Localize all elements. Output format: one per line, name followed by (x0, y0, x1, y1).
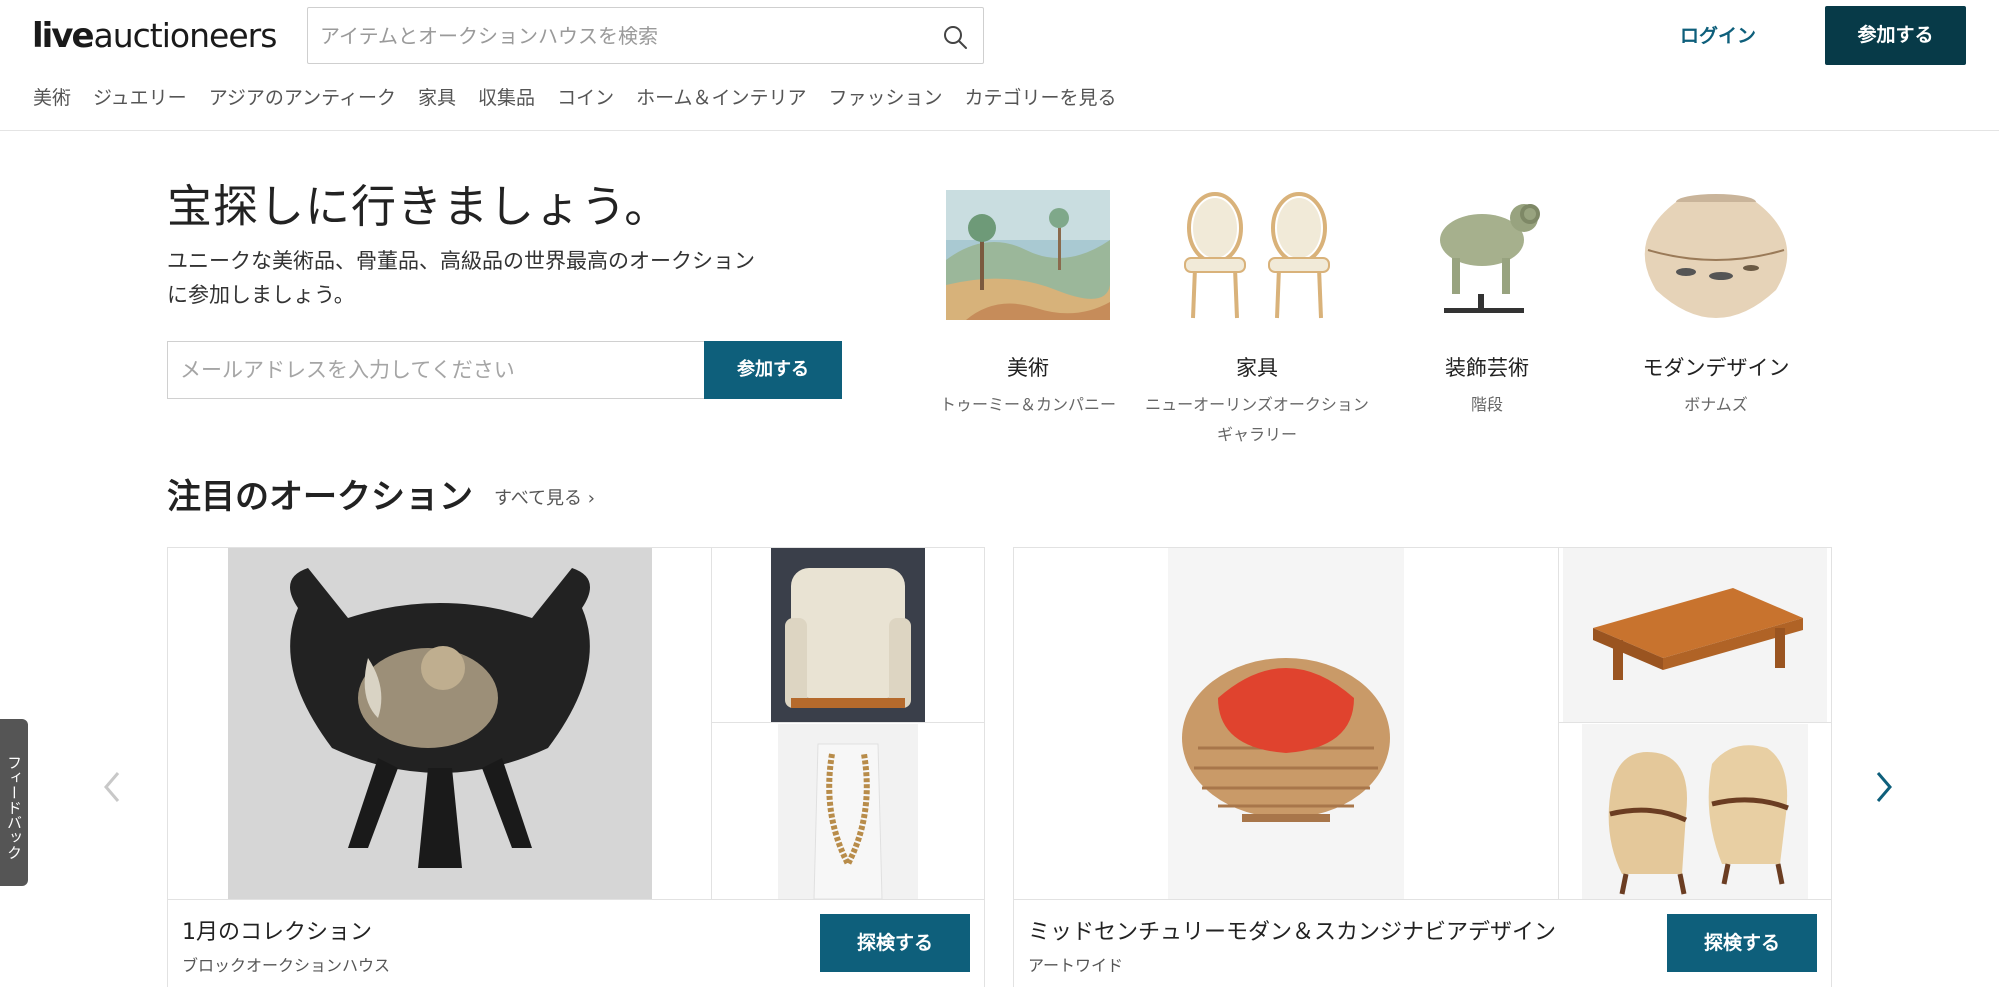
auction-title[interactable]: ミッドセンチュリーモダン＆スカンジナビアデザイン (1028, 914, 1556, 946)
auction-side-image (1559, 724, 1831, 899)
category-image-pottery-vase (1601, 180, 1831, 330)
logo-live: live (32, 16, 95, 56)
login-link[interactable]: ログイン (1680, 20, 1756, 52)
category-name: 美術 (1007, 356, 1049, 380)
email-field[interactable] (167, 341, 704, 399)
carousel-next-arrow[interactable] (1872, 767, 1896, 807)
join-button[interactable]: 参加する (1825, 6, 1966, 65)
auction-side-image (1559, 548, 1831, 723)
category-tile-furniture[interactable]: 家具 ニューオーリンズオークションギャラリー (1142, 180, 1372, 450)
auction-card-footer: 1月のコレクション ブロックオークションハウス 探検する (168, 899, 984, 987)
nav-item-coins[interactable]: コイン (557, 83, 614, 113)
category-nav: 美術 ジュエリー アジアのアンティーク 家具 収集品 コイン ホーム＆インテリア… (33, 83, 1139, 113)
category-image-chairs (1142, 180, 1372, 330)
carousel-prev-arrow[interactable] (100, 767, 124, 807)
feedback-tab[interactable]: フィードバック (0, 719, 28, 886)
site-header: live auctioneers ログイン 参加する 美術 ジュエリー アジアの… (0, 0, 1999, 131)
auction-house[interactable]: ブロックオークションハウス (182, 952, 390, 976)
auction-card[interactable]: ミッドセンチュリーモダン＆スカンジナビアデザイン アートワイド 探検する (1013, 547, 1832, 987)
nav-item-furniture[interactable]: 家具 (418, 83, 456, 113)
category-image-ram-sculpture (1372, 180, 1602, 330)
logo-auctioneers: auctioneers (93, 16, 278, 55)
nav-item-browse-categories[interactable]: カテゴリーを見る (965, 83, 1117, 113)
auction-side-image (712, 724, 984, 899)
hero-title: 宝探しに行きましょう。 (167, 180, 671, 233)
nav-item-collectibles[interactable]: 収集品 (478, 83, 535, 113)
search-icon[interactable] (941, 23, 969, 51)
category-house: トゥーミー＆カンパニー (939, 395, 1116, 414)
category-house: 階段 (1470, 395, 1503, 414)
hero-subtitle: ユニークな美術品、骨董品、高級品の世界最高のオークションに参加しましょう。 (167, 249, 755, 307)
category-name: 装飾芸術 (1445, 356, 1529, 380)
category-image-painting (913, 180, 1143, 330)
category-name: 家具 (1236, 356, 1278, 380)
auction-title[interactable]: 1月のコレクション (182, 914, 372, 946)
auction-main-image (168, 548, 712, 899)
explore-button[interactable]: 探検する (1667, 914, 1817, 972)
chevron-right-icon (1876, 772, 1892, 802)
see-all-link[interactable]: すべて見る › (494, 484, 595, 510)
auction-side-image (712, 548, 984, 723)
auction-house[interactable]: アートワイド (1028, 952, 1123, 976)
explore-button[interactable]: 探検する (820, 914, 970, 972)
category-tile-decorative-arts[interactable]: 装飾芸術 階段 (1372, 180, 1602, 420)
search-box (307, 7, 984, 64)
nav-item-fashion[interactable]: ファッション (829, 83, 943, 113)
category-tile-modern-design[interactable]: モダンデザイン ボナムズ (1601, 180, 1831, 420)
signup-form: 参加する (167, 341, 842, 399)
featured-auctions-title: 注目のオークション (167, 477, 473, 517)
auction-card[interactable]: 1月のコレクション ブロックオークションハウス 探検する (167, 547, 985, 987)
category-name: モダンデザイン (1642, 356, 1790, 380)
nav-item-jewelry[interactable]: ジュエリー (93, 83, 187, 113)
nav-item-home-interior[interactable]: ホーム＆インテリア (636, 83, 806, 113)
auction-card-footer: ミッドセンチュリーモダン＆スカンジナビアデザイン アートワイド 探検する (1014, 899, 1831, 987)
search-input[interactable] (308, 8, 908, 63)
nav-item-asian-antiques[interactable]: アジアのアンティーク (209, 83, 396, 113)
category-tile-fine-art[interactable]: 美術 トゥーミー＆カンパニー (913, 180, 1143, 420)
logo[interactable]: live auctioneers (32, 16, 278, 60)
category-house: ニューオーリンズオークションギャラリー (1145, 395, 1369, 444)
signup-join-button[interactable]: 参加する (704, 341, 842, 399)
chevron-left-icon (104, 772, 120, 802)
category-house: ボナムズ (1684, 395, 1748, 414)
nav-item-fine-art[interactable]: 美術 (33, 83, 71, 113)
auction-main-image (1014, 548, 1559, 899)
